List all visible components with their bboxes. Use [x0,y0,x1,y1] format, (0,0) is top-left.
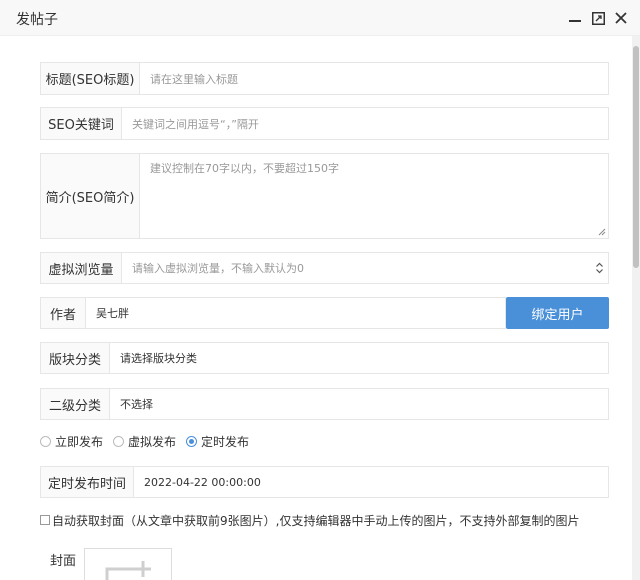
summary-textarea[interactable]: 建议控制在70字以内，不要超过150字 [140,154,608,238]
scrollbar-thumb[interactable] [633,46,639,268]
views-input[interactable]: 请输入虚拟浏览量，不输入默认为0 [122,253,608,283]
maximize-icon[interactable] [589,9,607,27]
summary-row: 简介(SEO简介) 建议控制在70字以内，不要超过150字 [40,153,609,239]
stepper-icon[interactable] [595,261,604,275]
title-row: 标题(SEO标题) 请在这里输入标题 [40,62,609,95]
author-row: 作者 吴七胖 [40,297,506,329]
section-select[interactable]: 请选择版块分类 [110,343,608,373]
radio-circle [113,435,125,447]
dialog-title: 发帖子 [16,12,58,28]
radio-circle [186,435,198,447]
radio-publish-scheduled[interactable]: 定时发布 [186,433,249,450]
minimize-icon[interactable] [566,9,584,27]
auto-cover-row: 自动获取封面（从文章中获取前9张图片）,仅支持编辑器中手动上传的图片，不支持外部… [40,511,579,529]
summary-label: 简介(SEO简介) [41,154,140,238]
resize-grip-icon[interactable] [598,228,606,236]
radio-publish-now[interactable]: 立即发布 [40,433,103,450]
views-label: 虚拟浏览量 [41,253,122,283]
radio-publish-virtual[interactable]: 虚拟发布 [113,433,176,450]
cover-upload[interactable] [84,548,172,580]
views-row: 虚拟浏览量 请输入虚拟浏览量，不输入默认为0 [40,252,609,284]
author-label: 作者 [41,298,86,328]
title-label: 标题(SEO标题) [41,63,140,94]
keywords-row: SEO关键词 关键词之间用逗号“，”隔开 [40,107,609,140]
keywords-input[interactable]: 关键词之间用逗号“，”隔开 [122,108,608,139]
schedule-label: 定时发布时间 [41,467,134,497]
keywords-label: SEO关键词 [41,108,122,139]
subcategory-row: 二级分类 不选择 [40,388,609,420]
section-label: 版块分类 [41,343,110,373]
radio-label: 定时发布 [201,434,250,449]
auto-cover-label: 自动获取封面（从文章中获取前9张图片）,仅支持编辑器中手动上传的图片，不支持外部… [52,513,580,528]
subcategory-label: 二级分类 [41,389,110,419]
cover-label: 封面 [50,554,77,569]
section-row: 版块分类 请选择版块分类 [40,342,609,374]
close-icon[interactable] [612,9,630,27]
schedule-input[interactable]: 2022-04-22 00:00:00 [134,467,608,497]
radio-label: 虚拟发布 [128,434,177,449]
author-input[interactable]: 吴七胖 [86,298,505,328]
bind-user-button[interactable]: 绑定用户 [506,297,609,329]
radio-label: 立即发布 [55,434,104,449]
subcategory-select[interactable]: 不选择 [110,389,608,419]
schedule-row: 定时发布时间 2022-04-22 00:00:00 [40,466,609,498]
add-image-icon [105,561,151,580]
scrollbar[interactable] [632,36,640,580]
dialog-titlebar: 发帖子 [0,0,640,36]
auto-cover-checkbox[interactable] [40,515,50,525]
publish-mode-group: 立即发布 虚拟发布 定时发布 [40,432,259,450]
title-input[interactable]: 请在这里输入标题 [140,63,608,94]
radio-circle [40,435,51,447]
